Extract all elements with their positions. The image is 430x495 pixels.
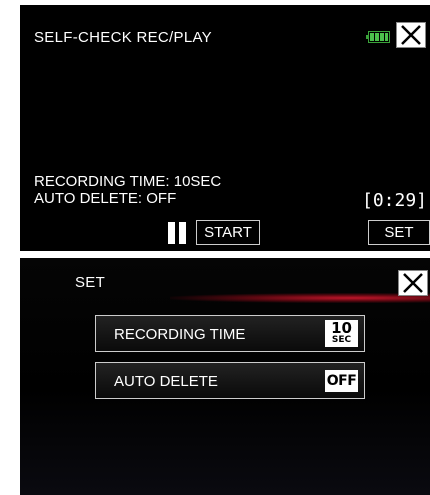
start-button[interactable]: START [196, 220, 260, 245]
screen-title: SET [75, 274, 106, 291]
close-icon[interactable] [396, 22, 426, 48]
auto-delete-button[interactable]: AUTO DELETE OFF [95, 362, 365, 399]
battery-icon [366, 31, 390, 43]
recording-time-label: RECORDING TIME [114, 326, 246, 343]
auto-delete-label: AUTO DELETE [114, 373, 218, 390]
badge-unit: SEC [331, 335, 352, 345]
pause-icon[interactable] [168, 222, 186, 244]
auto-delete-badge: OFF [325, 370, 358, 392]
close-icon[interactable] [398, 270, 428, 296]
badge-value: 10 [331, 319, 352, 337]
screen-title: SELF-CHECK REC/PLAY [34, 29, 212, 46]
recording-time-button[interactable]: RECORDING TIME 10 SEC [95, 315, 365, 352]
auto-delete-info: AUTO DELETE: OFF [34, 190, 177, 207]
self-check-screen: SELF-CHECK REC/PLAY RECORDING TIME: 10SE… [20, 5, 430, 251]
recording-time-badge: 10 SEC [325, 320, 358, 347]
recording-time-info: RECORDING TIME: 10SEC [34, 173, 222, 190]
set-button[interactable]: SET [368, 220, 430, 245]
title-underline-glow [170, 293, 430, 303]
time-counter: [0:29] [362, 190, 428, 211]
set-screen: SET RECORDING TIME 10 SEC AUTO DELETE OF… [20, 258, 430, 495]
